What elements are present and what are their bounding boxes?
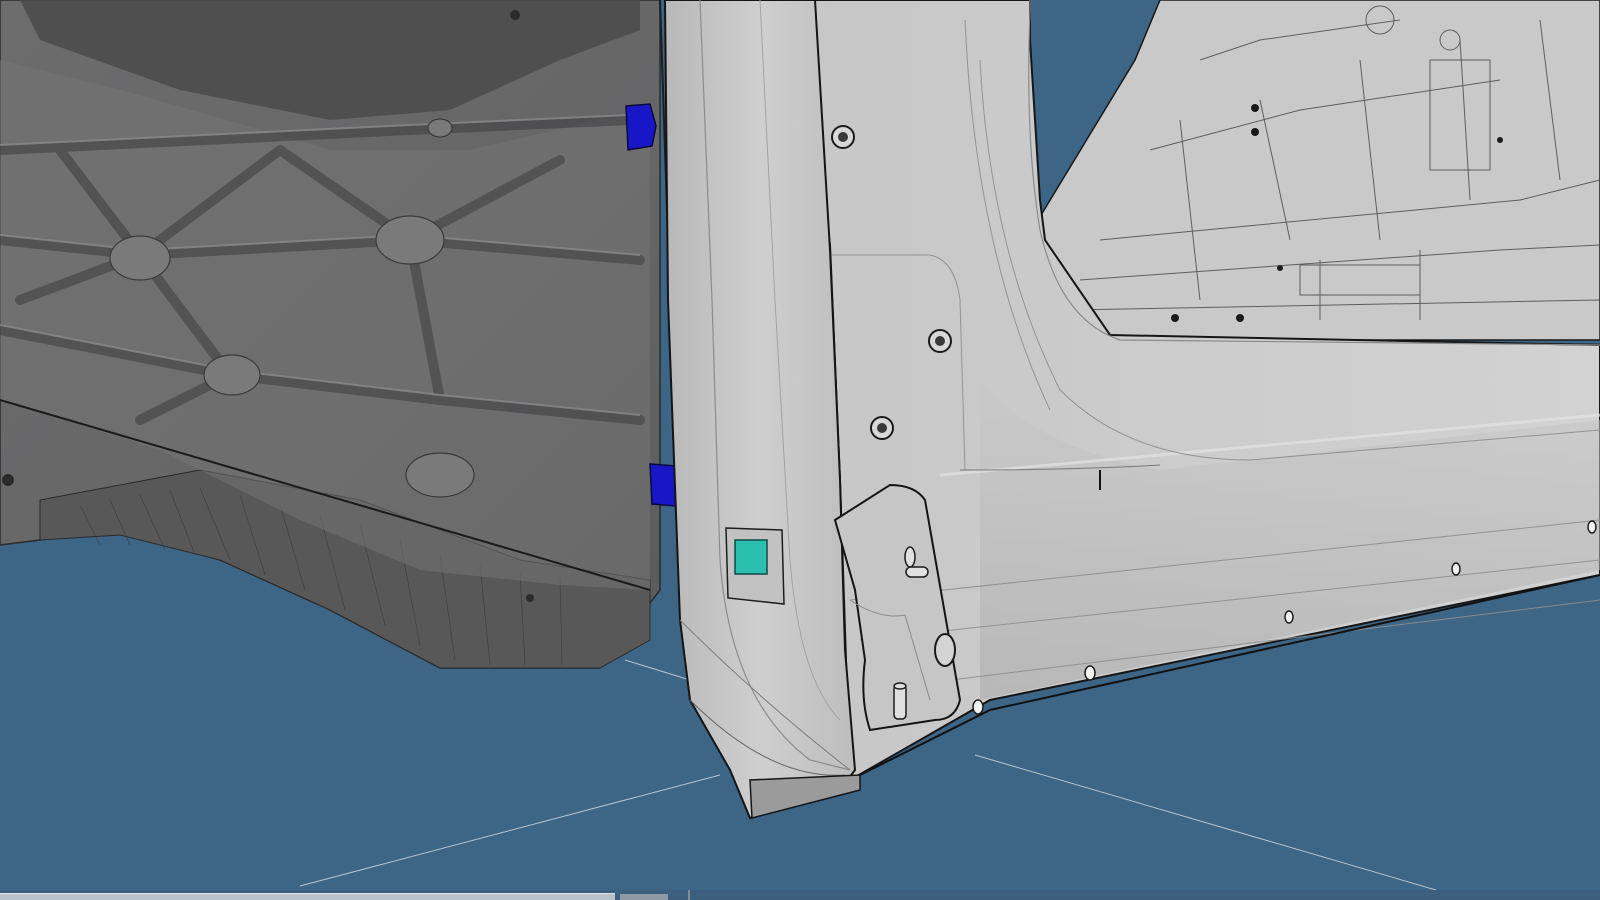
cyan-marker[interactable] (725, 527, 785, 605)
3d-viewport[interactable] (0, 0, 1600, 900)
horizontal-scrollbar[interactable] (0, 890, 1600, 900)
rear-body-structure[interactable] (1033, 0, 1600, 347)
cad-scene[interactable] (0, 0, 1600, 900)
blue-marker-upper[interactable] (625, 103, 657, 151)
scrollbar-grip[interactable] (688, 890, 690, 900)
scrollbar-thumb[interactable] (0, 893, 615, 900)
underbody-casting[interactable] (0, 0, 681, 669)
scrollbar-secondary-thumb[interactable] (620, 894, 668, 900)
cyan-marker-swatch[interactable] (734, 539, 768, 575)
